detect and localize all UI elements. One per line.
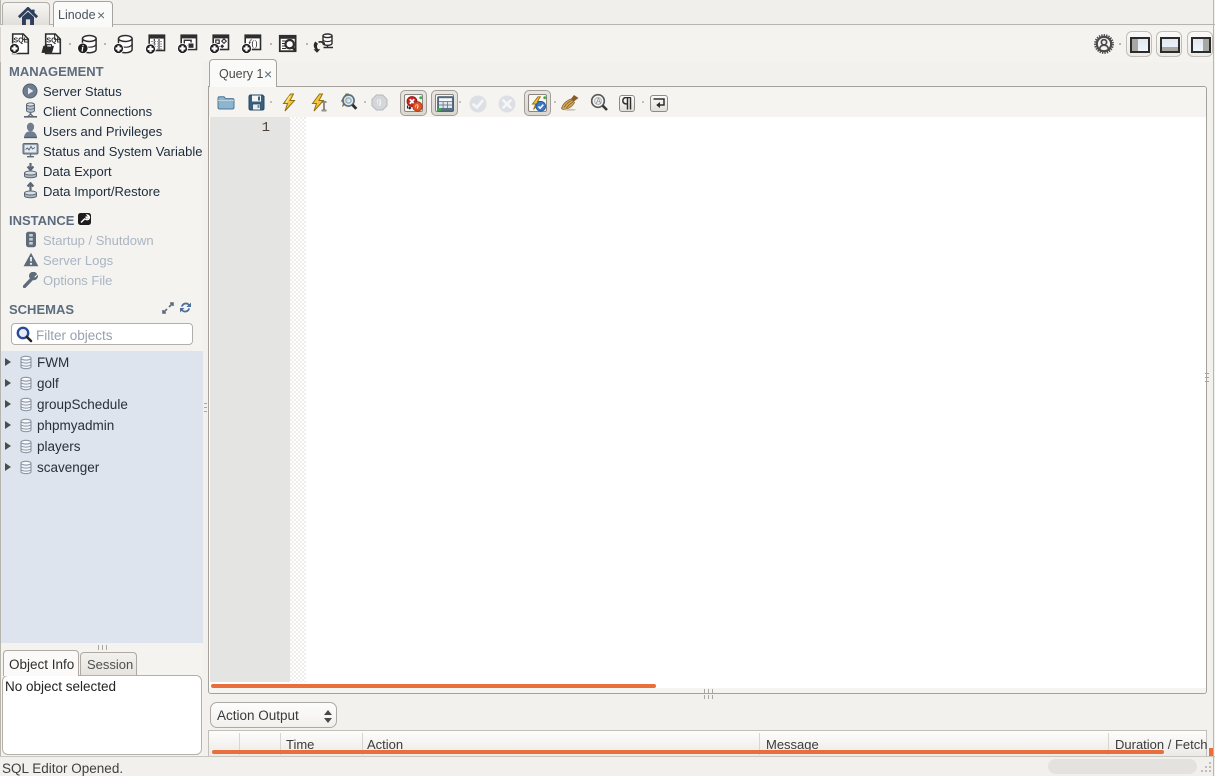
svg-text:SQL: SQL — [47, 37, 62, 44]
svg-text:A: A — [596, 97, 602, 106]
svg-text:(): () — [252, 39, 258, 49]
svg-text:SQL: SQL — [14, 37, 29, 44]
